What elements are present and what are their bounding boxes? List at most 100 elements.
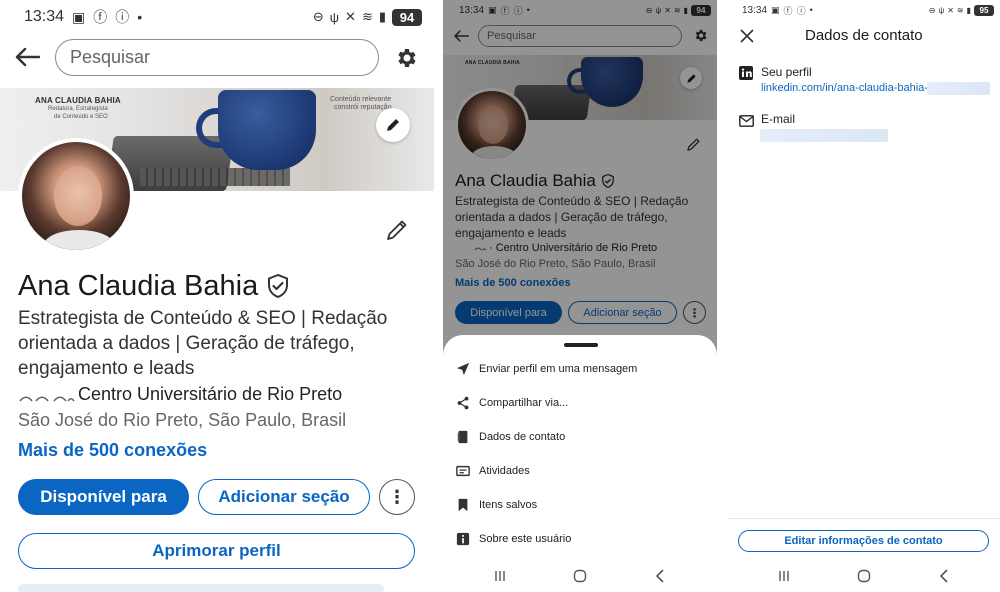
profile-avatar[interactable] (455, 88, 529, 162)
status-time: 13:34 (742, 4, 768, 16)
battery-icon: 94 (392, 8, 422, 26)
headline-line-3: engajamento e leads (18, 358, 195, 379)
menu-item-contact-info[interactable]: Dados de contato (455, 425, 565, 449)
headline-line-1: Estrategista de Conteúdo & SEO | Redação (455, 194, 689, 208)
profile-name: Ana Claudia Bahia (18, 269, 259, 302)
next-card-edge (18, 584, 384, 592)
menu-item-activities[interactable]: Atividades (455, 459, 530, 483)
add-section-button[interactable]: Adicionar seção (568, 301, 677, 324)
status-time: 13:34 (24, 8, 65, 25)
menu-item-about-user[interactable]: Sobre este usuário (455, 527, 571, 551)
profile-label: Seu perfil (761, 65, 812, 79)
avatar-face (54, 166, 102, 226)
banner-edit-icon[interactable] (680, 67, 702, 89)
add-section-button[interactable]: Adicionar seção (198, 479, 370, 515)
education-text: Centro Universitário de Rio Preto (78, 384, 343, 404)
wifi-icon: ≋ (673, 5, 681, 15)
status-bar: 13:34 ▣ ⓕ ⓘ • ⊖ ψ ✕ ≋ ▮ 94 (0, 0, 434, 34)
improve-profile-button[interactable]: Aprimorar perfil (18, 533, 415, 569)
nav-back-icon[interactable] (620, 569, 700, 583)
notification-icon: ⓘ (796, 5, 806, 16)
screen-divider (717, 0, 727, 592)
headline-line-3: engajamento e leads (455, 226, 567, 240)
status-bar: 13:34 ▣ ⓕ ⓘ • ⊖ ψ ✕ ≋ ▮ 94 (443, 0, 717, 20)
headline-line-1: Estrategista de Conteúdo & SEO | Redação (18, 308, 388, 329)
facebook-icon: ⓕ (500, 5, 510, 16)
system-nav-bar (443, 561, 717, 591)
avatar-face (478, 106, 508, 144)
location-text: São José do Rio Preto, São Paulo, Brasil (18, 410, 347, 430)
back-arrow-icon[interactable] (10, 42, 44, 72)
footer-divider (727, 518, 1000, 519)
sheet-drag-handle[interactable] (564, 343, 598, 347)
screenshot-icon: ▣ (771, 4, 780, 15)
facebook-icon: ⓕ (93, 9, 108, 25)
email-label: E-mail (761, 112, 796, 126)
education-row[interactable]: Centro Universitário de Rio Preto (18, 384, 342, 405)
profile-avatar[interactable] (18, 138, 134, 254)
notification-icon: ⓘ (513, 5, 523, 16)
redacted-link-part (927, 82, 990, 95)
edit-profile-pencil-icon[interactable] (381, 214, 413, 246)
edit-contact-info-button[interactable]: Editar informações de contato (738, 530, 989, 552)
email-icon (739, 114, 754, 127)
profile-name: Ana Claudia Bahia (455, 171, 596, 190)
menu-item-label: Atividades (479, 465, 530, 477)
signal-icon: ▮ (683, 5, 688, 15)
status-time: 13:34 (459, 4, 485, 16)
menu-item-label: Itens salvos (479, 499, 538, 511)
banner-sub-1: Redatora, Estrategista (48, 106, 108, 112)
screenshot-icon: ▣ (488, 4, 497, 15)
search-placeholder: Pesquisar (487, 30, 536, 42)
wifi-icon: ≋ (956, 5, 964, 15)
linkedin-icon (739, 66, 753, 80)
dnd-icon: ⊖ (312, 9, 324, 24)
settings-gear-icon[interactable] (691, 26, 709, 44)
close-icon[interactable] (737, 26, 757, 46)
home-icon[interactable] (540, 569, 620, 583)
more-options-icon[interactable]: ⋮ (683, 301, 706, 324)
avatar-shirt (44, 230, 114, 250)
redacted-email[interactable] (760, 129, 888, 142)
profile-options-sheet: Enviar perfil em uma mensagem Compartilh… (443, 335, 717, 592)
connections-link[interactable]: Mais de 500 conexões (18, 440, 207, 461)
headline-line-2: orientada a dados | Geração de tráfego, (455, 210, 668, 224)
search-input[interactable]: Pesquisar (478, 25, 682, 47)
menu-item-send-profile[interactable]: Enviar perfil em uma mensagem (455, 357, 637, 381)
banner-name: ANA CLAUDIA BAHIA (35, 96, 121, 105)
profile-link[interactable]: linkedin.com/in/ana-claudia-bahia- (761, 82, 928, 94)
settings-gear-icon[interactable] (391, 43, 421, 73)
connections-link[interactable]: Mais de 500 conexões (455, 277, 571, 289)
mute-icon: ✕ (947, 5, 954, 15)
bookmark-icon (455, 497, 471, 513)
back-arrow-icon[interactable] (451, 27, 471, 45)
contact-info-screen: 13:34 ▣ ⓕ ⓘ • ⊖ ψ ✕ ≋ ▮ 95 Dados de cont… (727, 0, 1000, 592)
verified-shield-icon (266, 273, 290, 299)
education-text: · Centro Universitário de Rio Preto (489, 242, 658, 254)
page-title: Dados de contato (805, 27, 923, 44)
recent-apps-icon[interactable] (744, 570, 824, 582)
signal-icon: ▮ (966, 5, 971, 15)
education-row[interactable]: · Centro Universitário de Rio Preto (455, 242, 657, 254)
home-icon[interactable] (824, 569, 904, 583)
nav-back-icon[interactable] (904, 569, 984, 583)
profile-name-row: Ana Claudia Bahia (18, 268, 290, 304)
profile-screen: 13:34 ▣ ⓕ ⓘ • ⊖ ψ ✕ ≋ ▮ 94 Pesquisar ANA… (0, 0, 434, 592)
more-dot-icon: • (137, 9, 143, 25)
keyboard-image (140, 168, 290, 186)
search-input[interactable]: Pesquisar (55, 39, 379, 76)
edit-profile-pencil-icon[interactable] (683, 134, 703, 154)
available-for-button[interactable]: Disponível para (18, 479, 189, 515)
mute-icon: ✕ (345, 9, 356, 24)
recent-apps-icon[interactable] (460, 570, 540, 582)
more-options-icon[interactable]: ⋮ (379, 479, 415, 515)
system-nav-bar (727, 561, 1000, 591)
university-logo (455, 244, 487, 252)
menu-item-share[interactable]: Compartilhar via... (455, 391, 568, 415)
banner-edit-icon[interactable] (376, 108, 410, 142)
menu-item-saved[interactable]: Itens salvos (455, 493, 537, 517)
mute-icon: ✕ (664, 5, 671, 15)
more-dot-icon: • (809, 5, 813, 15)
available-for-button[interactable]: Disponível para (455, 301, 562, 324)
dnd-icon: ⊖ (928, 5, 936, 15)
